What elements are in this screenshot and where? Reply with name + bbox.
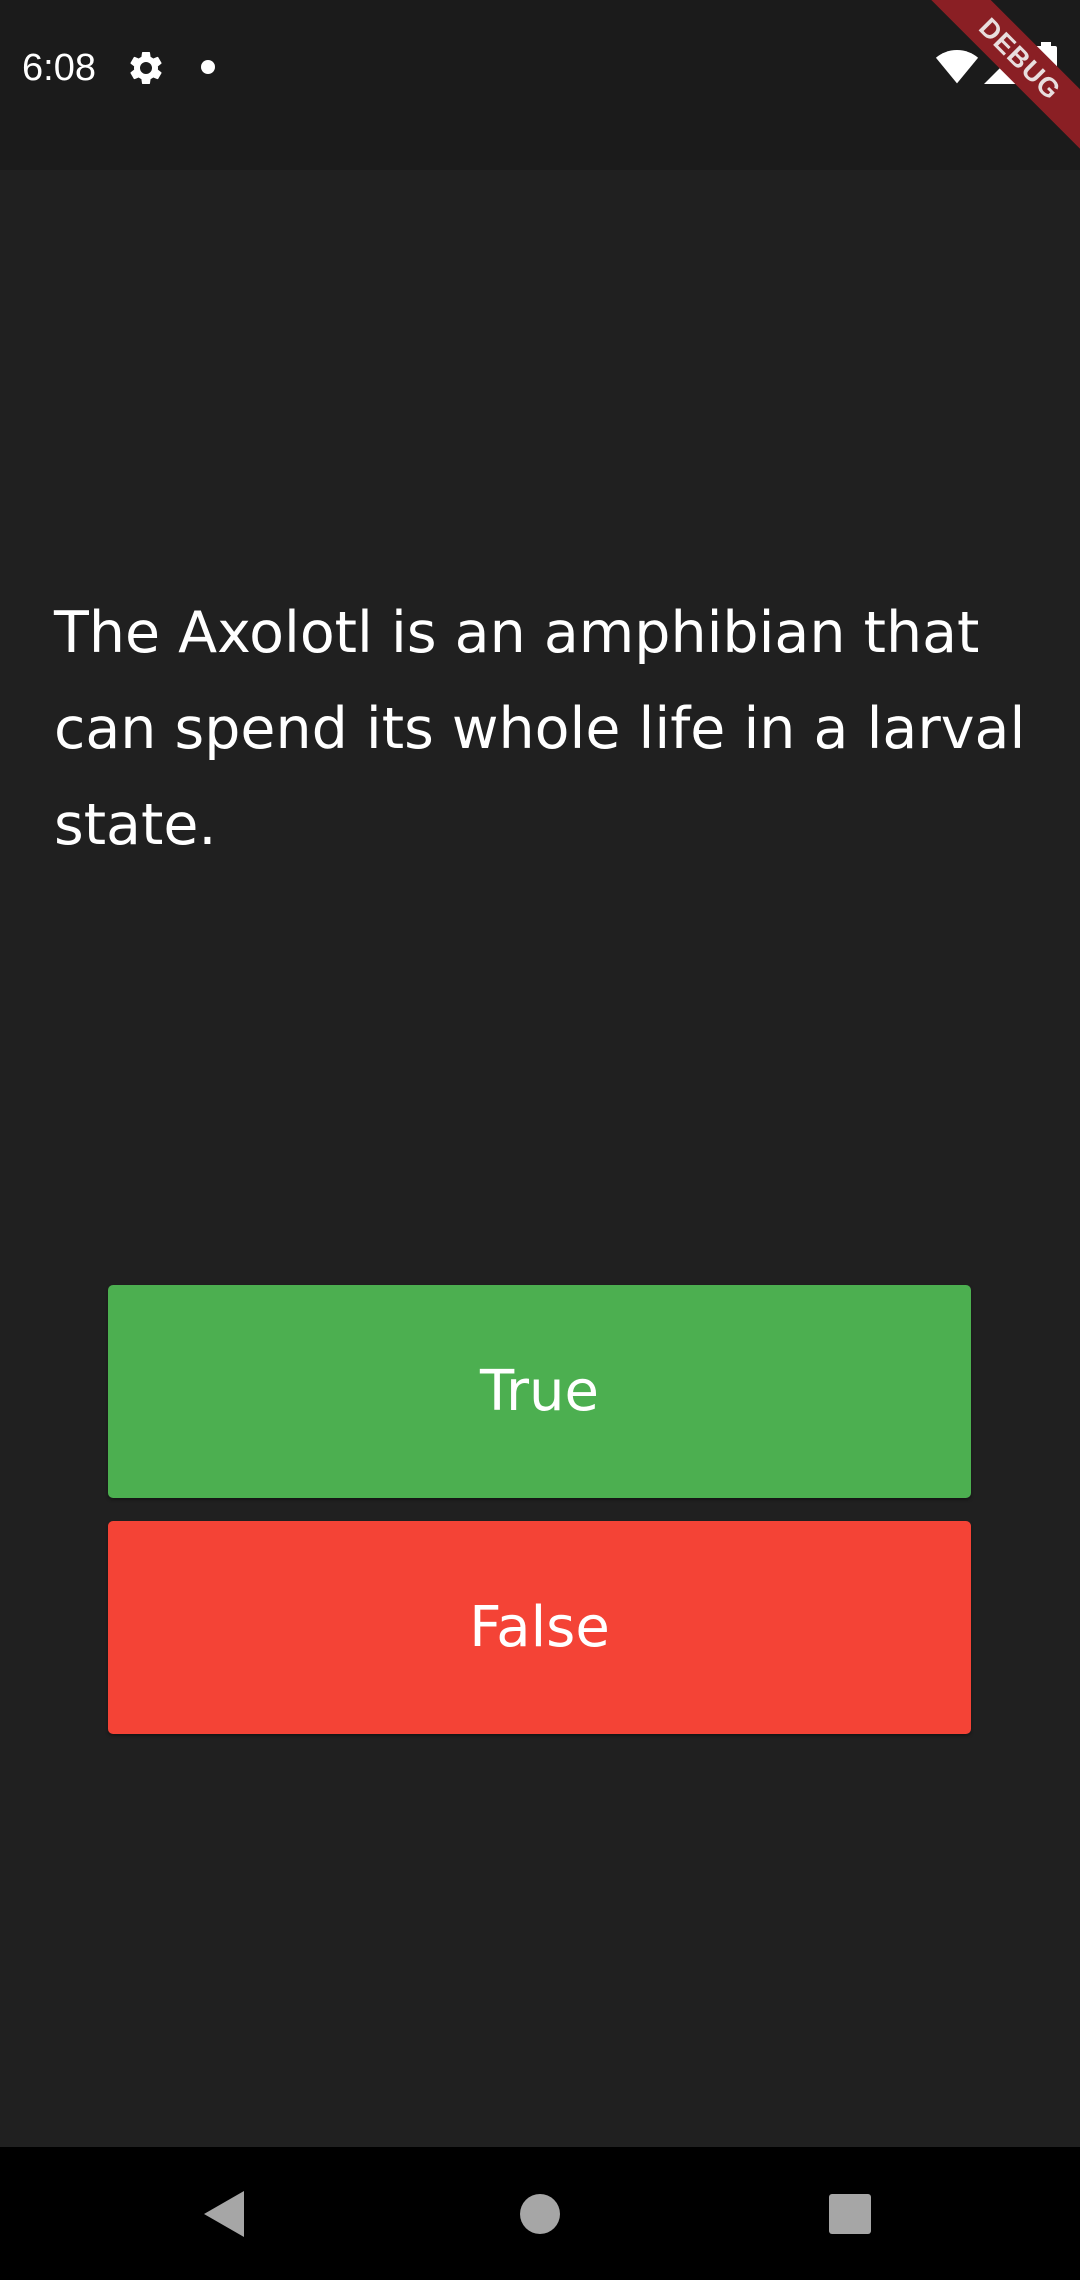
notification-dot-icon (201, 60, 215, 74)
battery-icon (1035, 42, 1057, 86)
recents-icon[interactable] (829, 2194, 871, 2234)
status-bar: 6:08 (0, 0, 1080, 170)
cell-signal-icon (984, 48, 1020, 84)
status-time: 6:08 (22, 47, 96, 89)
back-icon[interactable] (204, 2191, 244, 2237)
navigation-bar (0, 2147, 1080, 2280)
question-text: The Axolotl is an amphibian that can spe… (54, 600, 1026, 858)
home-icon[interactable] (520, 2194, 560, 2234)
false-button[interactable]: False (108, 1521, 971, 1734)
true-button[interactable]: True (108, 1285, 971, 1498)
wifi-icon (935, 50, 979, 84)
gear-icon (130, 51, 162, 84)
